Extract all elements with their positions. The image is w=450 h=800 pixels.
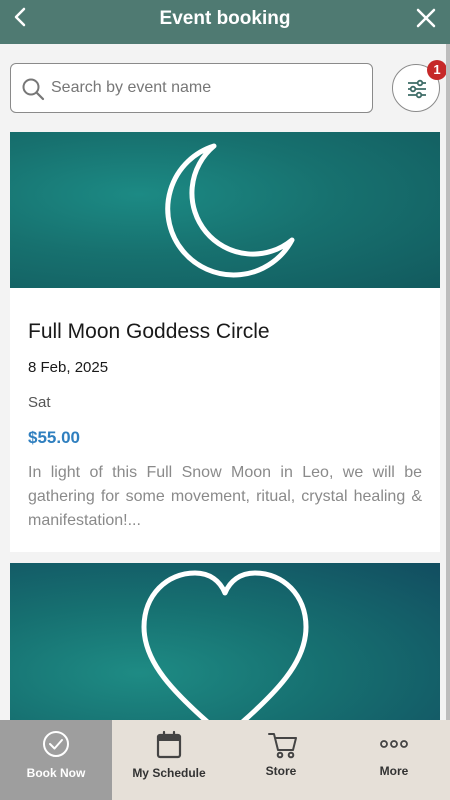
event-card[interactable]: Full Moon Goddess Circle 8 Feb, 2025 Sat… [10, 132, 440, 552]
cart-icon [268, 733, 297, 759]
event-image [10, 563, 440, 720]
search-icon [22, 78, 45, 101]
scrollbar[interactable] [446, 44, 450, 720]
crescent-moon-icon [165, 143, 295, 278]
bottom-nav: Book Now My Schedule Store More [0, 720, 450, 800]
filter-count-badge: 1 [427, 60, 446, 80]
search-input[interactable] [51, 74, 361, 102]
nav-store[interactable]: Store [225, 720, 337, 800]
event-card[interactable] [10, 563, 440, 720]
more-dots-icon [380, 740, 408, 748]
heart-icon [141, 570, 309, 720]
event-title: Full Moon Goddess Circle [28, 320, 270, 343]
event-day: Sat [28, 394, 51, 411]
event-description: In light of this Full Snow Moon in Leo, … [28, 464, 422, 529]
event-date: 8 Feb, 2025 [28, 359, 109, 376]
search-box [10, 63, 373, 113]
close-icon[interactable] [414, 6, 438, 30]
event-list[interactable]: 1 Full Moon Goddess Circle 8 Feb, 2025 S… [0, 44, 446, 720]
page-title: Event booking [159, 8, 291, 29]
nav-label: Store [265, 764, 297, 778]
event-image [10, 132, 440, 288]
event-price: $55.00 [28, 428, 80, 447]
app-header: Event booking [0, 0, 450, 44]
calendar-icon [156, 730, 182, 759]
nav-more[interactable]: More [338, 720, 450, 800]
nav-label: Book Now [26, 766, 86, 780]
sliders-icon [408, 79, 426, 99]
check-circle-icon [43, 731, 69, 757]
nav-label: More [379, 764, 409, 778]
scrollbar-thumb[interactable] [446, 44, 450, 720]
nav-label: My Schedule [132, 766, 206, 780]
nav-my-schedule[interactable]: My Schedule [113, 720, 225, 800]
nav-book-now[interactable]: Book Now [0, 720, 112, 800]
